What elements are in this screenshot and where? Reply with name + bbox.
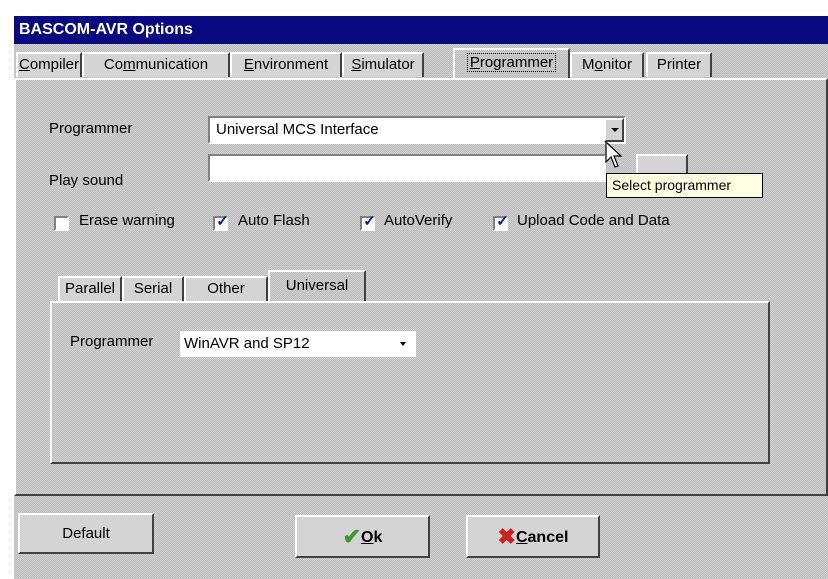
programmer-label: Programmer xyxy=(49,120,133,137)
tab-compiler[interactable]: Compiler xyxy=(16,52,82,77)
tab-universal-label: Universal xyxy=(285,277,349,294)
ok-button[interactable]: ✔Ok xyxy=(295,515,430,558)
tab-simulator-label: Simulator xyxy=(351,56,415,73)
programmer-select-value: Universal MCS Interface xyxy=(216,121,379,138)
window-title-bar: BASCOM-AVR Options xyxy=(14,16,828,44)
cancel-button-label: Cancel xyxy=(515,529,569,546)
tab-environment-label: Environment xyxy=(243,56,329,73)
select-programmer-tooltip: Select programmer xyxy=(606,173,763,198)
tab-parallel[interactable]: Parallel xyxy=(58,276,122,301)
tab-communication-label: Communication xyxy=(103,56,209,73)
tab-universal[interactable]: Universal xyxy=(268,270,366,303)
tab-programmer-label: Programmer xyxy=(466,53,557,72)
programmer-tab-panel: Programmer Universal MCS Interface Play … xyxy=(14,78,828,496)
tab-parallel-label: Parallel xyxy=(64,280,116,297)
auto-flash-label: Auto Flash xyxy=(238,212,310,229)
programmer-dropdown-button[interactable] xyxy=(604,118,624,142)
chevron-down-icon xyxy=(611,128,619,132)
universal-tab-panel: Programmer WinAVR and SP12 xyxy=(50,301,770,464)
programmer-select[interactable]: Universal MCS Interface xyxy=(208,116,626,144)
default-button-label: Default xyxy=(62,525,110,542)
auto-verify-checkbox[interactable]: ✓ xyxy=(360,213,376,231)
mouse-pointer-icon xyxy=(605,140,623,168)
tab-other[interactable]: Other xyxy=(184,276,268,301)
checkmark-icon: ✓ xyxy=(216,213,229,230)
play-sound-input[interactable] xyxy=(208,154,606,182)
window-title: BASCOM-AVR Options xyxy=(19,21,193,38)
tab-printer-label: Printer xyxy=(656,56,702,73)
tab-other-label: Other xyxy=(207,280,245,297)
universal-programmer-select[interactable]: WinAVR and SP12 xyxy=(180,331,416,357)
tab-environment[interactable]: Environment xyxy=(230,52,342,77)
tab-communication[interactable]: Communication xyxy=(82,52,230,77)
cancel-x-icon: ✖ xyxy=(497,524,516,549)
tab-compiler-label: Compiler xyxy=(18,56,80,73)
checkmark-icon: ✓ xyxy=(363,213,376,230)
tab-serial-label: Serial xyxy=(133,280,173,297)
tab-simulator[interactable]: Simulator xyxy=(342,52,424,77)
default-button[interactable]: Default xyxy=(18,513,154,554)
tab-serial[interactable]: Serial xyxy=(122,276,184,301)
ok-check-icon: ✔ xyxy=(342,524,362,549)
chevron-down-icon[interactable] xyxy=(400,342,406,346)
universal-programmer-label: Programmer xyxy=(70,333,154,350)
auto-flash-checkbox[interactable]: ✓ xyxy=(213,213,229,231)
tab-monitor-label: Monitor xyxy=(581,56,633,73)
upload-code-data-checkbox[interactable]: ✓ xyxy=(493,213,509,231)
ok-button-label: Ok xyxy=(361,529,383,546)
tab-monitor[interactable]: Monitor xyxy=(570,52,644,77)
play-sound-label: Play sound xyxy=(49,172,124,189)
erase-warning-label: Erase warning xyxy=(79,212,175,229)
auto-verify-label: AutoVerify xyxy=(384,212,453,229)
erase-warning-checkbox[interactable] xyxy=(54,216,69,231)
universal-programmer-value: WinAVR and SP12 xyxy=(184,335,310,352)
tab-programmer[interactable]: Programmer xyxy=(453,48,570,79)
cancel-button[interactable]: ✖Cancel xyxy=(466,515,600,558)
checkmark-icon: ✓ xyxy=(496,213,509,230)
tab-printer[interactable]: Printer xyxy=(646,52,712,77)
options-dialog: Compiler Communication Environment Simul… xyxy=(14,44,828,579)
upload-code-data-label: Upload Code and Data xyxy=(517,212,670,229)
